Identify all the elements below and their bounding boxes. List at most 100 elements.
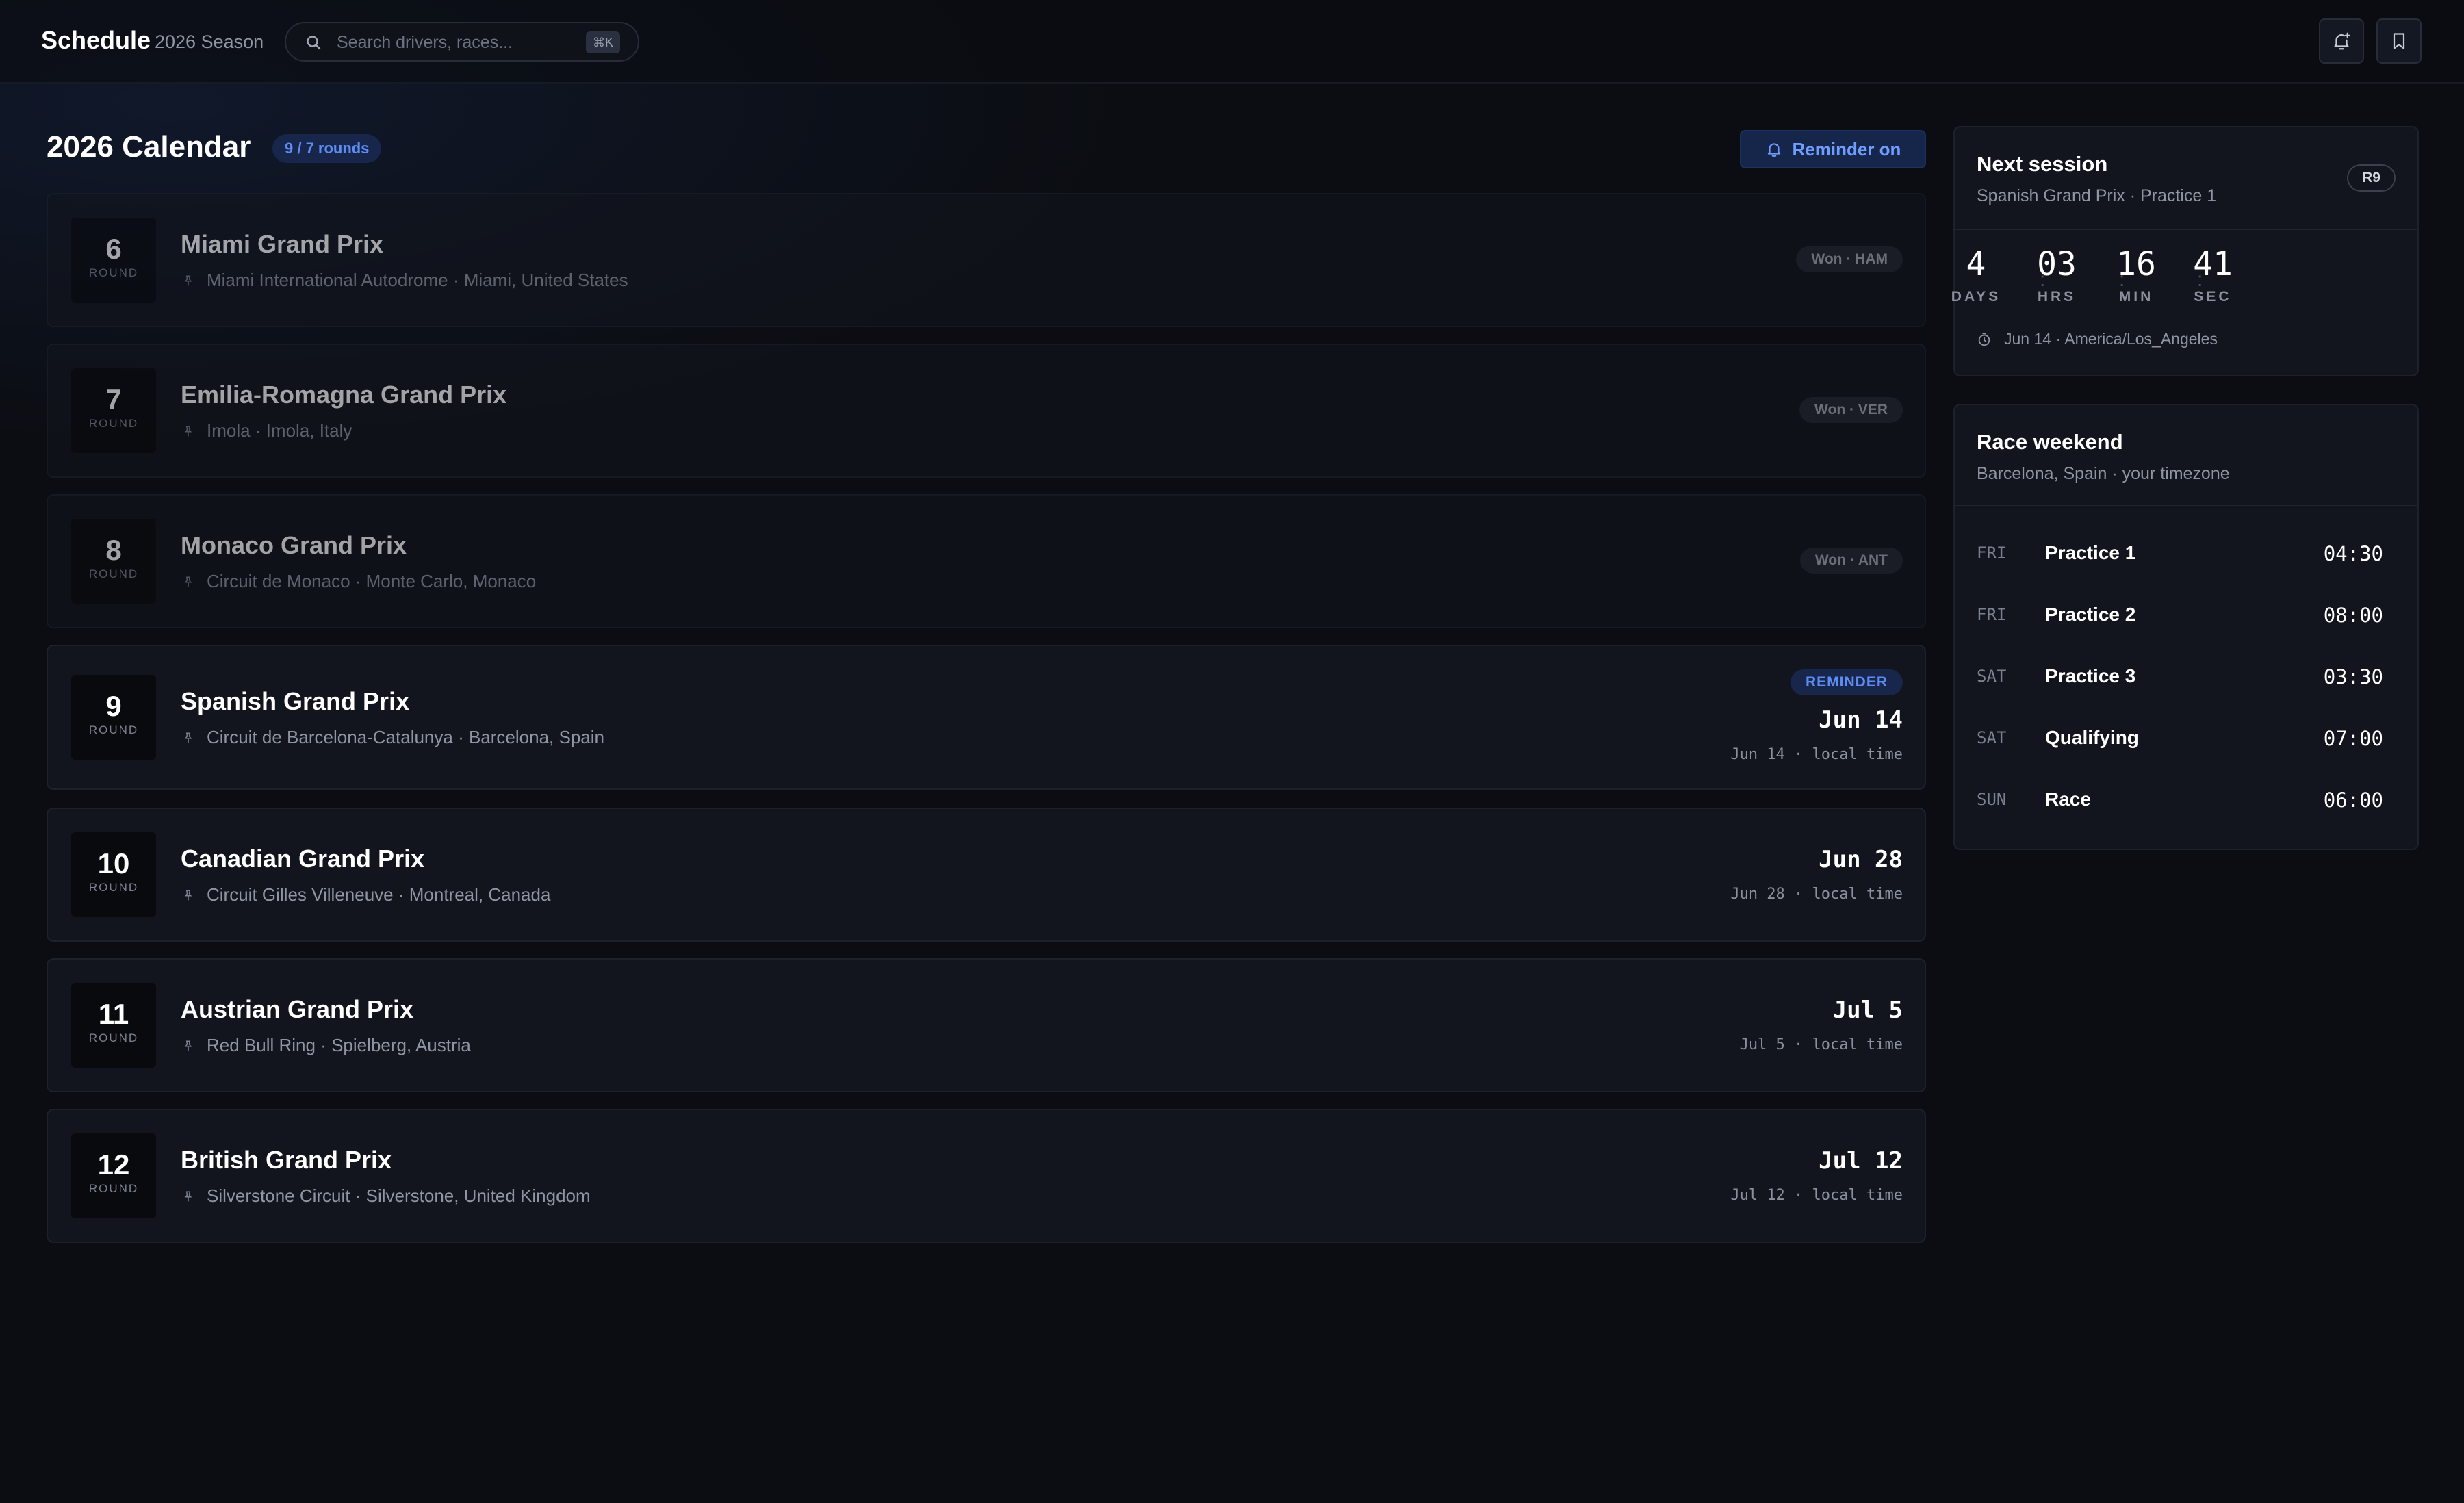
session-name: Practice 2 <box>2045 604 2136 625</box>
race-card-round-12[interactable]: 12 ROUND British Grand Prix Silverstone … <box>47 1109 1926 1243</box>
countdown-seconds: 41 <box>2193 245 2233 283</box>
session-name: Race <box>2045 788 2091 810</box>
pin-icon <box>184 1191 192 1201</box>
race-date: Jul 12 <box>1819 1147 1903 1174</box>
result-badge: Won · HAM <box>1796 246 1903 272</box>
reminder-badge: REMINDER <box>1790 669 1903 695</box>
session-name: Qualifying <box>2045 727 2139 748</box>
pin-icon <box>184 275 192 285</box>
round-label: ROUND <box>88 417 139 430</box>
race-name: Spanish Grand Prix <box>181 687 410 715</box>
clock-icon <box>1978 332 1990 346</box>
bookmark-button[interactable] <box>2376 18 2422 64</box>
race-name: Emilia-Romagna Grand Prix <box>181 381 507 409</box>
session-time: 07:00 <box>2323 727 2383 750</box>
round-label: ROUND <box>88 1031 139 1044</box>
race-weekend-subtitle: Barcelona, Spain · your timezone <box>1977 464 2230 483</box>
result-badge: Won · VER <box>1799 397 1903 423</box>
notifications-button[interactable] <box>2319 18 2364 64</box>
page-title: Schedule <box>41 26 151 54</box>
search-icon <box>307 36 321 50</box>
timezone-row: Jun 14 · America/Los_Angeles <box>1977 330 2218 348</box>
race-name: Canadian Grand Prix <box>181 845 425 873</box>
round-box: 9 ROUND <box>71 675 156 760</box>
rounds-count-badge: 9 / 7 rounds <box>272 134 382 163</box>
round-number: 11 <box>98 998 129 1030</box>
race-venue: Miami International Autodrome · Miami, U… <box>182 270 628 291</box>
reminder-button-label: Reminder on <box>1792 138 1901 159</box>
pin-icon <box>184 890 192 900</box>
round-number: 7 <box>105 383 122 415</box>
race-card-round-7[interactable]: 7 ROUND Emilia-Romagna Grand Prix Imola … <box>47 344 1926 478</box>
race-name: Miami Grand Prix <box>181 230 384 258</box>
race-weekend-title: Race weekend <box>1977 430 2123 454</box>
race-venue-text: Circuit de Barcelona-Catalunya · Barcelo… <box>207 727 604 747</box>
countdown-minutes-label: MIN <box>2118 289 2154 305</box>
bell-icon <box>1767 143 1780 157</box>
round-badge: R9 <box>2347 164 2396 192</box>
race-card-round-6[interactable]: 6 ROUND Miami Grand Prix Miami Internati… <box>47 193 1926 327</box>
session-time: 08:00 <box>2323 604 2383 627</box>
round-number: 12 <box>97 1148 130 1181</box>
race-local-time: Jun 14 · local time <box>1730 746 1903 763</box>
round-number: 6 <box>105 233 122 265</box>
session-name: Practice 1 <box>2045 542 2136 563</box>
search-shortcut-badge: ⌘K <box>585 31 620 53</box>
race-date: Jun 28 <box>1819 846 1903 873</box>
divider <box>1955 229 2417 230</box>
countdown-hours-label: HRS <box>2037 289 2077 305</box>
race-name: Monaco Grand Prix <box>181 531 407 559</box>
round-number: 8 <box>105 534 122 566</box>
race-venue-text: Miami International Autodrome · Miami, U… <box>207 270 628 290</box>
bookmark-icon <box>2393 33 2405 49</box>
season-label: 2026 Season <box>155 31 264 52</box>
session-time: 06:00 <box>2323 788 2383 812</box>
race-venue: Circuit de Monaco · Monte Carlo, Monaco <box>182 571 536 592</box>
race-local-time: Jul 12 · local time <box>1730 1187 1903 1204</box>
round-box: 8 ROUND <box>71 519 156 604</box>
round-number: 10 <box>97 847 130 879</box>
search-input[interactable] <box>337 30 583 55</box>
race-venue-text: Circuit Gilles Villeneuve · Montreal, Ca… <box>207 884 551 905</box>
round-box: 7 ROUND <box>71 368 156 453</box>
reminder-toggle-button[interactable]: Reminder on <box>1740 130 1926 168</box>
race-name: Austrian Grand Prix <box>181 995 414 1023</box>
divider <box>1955 505 2417 506</box>
session-name: Practice 3 <box>2045 665 2136 686</box>
race-venue-text: Silverstone Circuit · Silverstone, Unite… <box>207 1185 591 1206</box>
race-card-round-11[interactable]: 11 ROUND Austrian Grand Prix Red Bull Ri… <box>47 958 1926 1092</box>
countdown-hours: 03 <box>2037 245 2077 283</box>
next-session-panel: Next session Spanish Grand Prix · Practi… <box>1951 126 2419 376</box>
race-venue: Circuit Gilles Villeneuve · Montreal, Ca… <box>182 884 550 905</box>
session-day: FRI <box>1977 543 2007 563</box>
calendar-title: 2026 Calendar <box>47 130 251 164</box>
round-box: 11 ROUND <box>71 983 156 1068</box>
race-card-round-10[interactable]: 10 ROUND Canadian Grand Prix Circuit Gil… <box>47 808 1926 942</box>
pin-icon <box>184 1040 192 1051</box>
race-card-round-9[interactable]: 9 ROUND Spanish Grand Prix Circuit de Ba… <box>47 645 1926 790</box>
countdown-days: 4 <box>1966 245 1986 283</box>
race-weekend-panel: Race weekend Barcelona, Spain · your tim… <box>1953 404 2419 850</box>
next-session-subtitle: Spanish Grand Prix · Practice 1 <box>1977 186 2217 205</box>
race-venue-text: Imola · Imola, Italy <box>207 420 352 441</box>
race-venue-text: Red Bull Ring · Spielberg, Austria <box>207 1035 471 1055</box>
countdown-seconds-label: SEC <box>2194 289 2232 305</box>
round-label: ROUND <box>88 567 139 580</box>
race-local-time: Jun 28 · local time <box>1730 886 1903 903</box>
pin-icon <box>184 426 192 436</box>
round-label: ROUND <box>88 266 139 279</box>
top-bar: Schedule 2026 Season ⌘K <box>0 0 2464 84</box>
round-number: 9 <box>105 690 122 722</box>
timezone-text: Jun 14 · America/Los_Angeles <box>2004 330 2218 348</box>
race-name: British Grand Prix <box>181 1146 392 1174</box>
race-venue: Imola · Imola, Italy <box>182 420 352 441</box>
race-venue: Silverstone Circuit · Silverstone, Unite… <box>182 1185 591 1207</box>
race-venue-text: Circuit de Monaco · Monte Carlo, Monaco <box>207 571 537 591</box>
bell-plus-icon <box>2334 32 2350 50</box>
countdown-days-label: DAYS <box>1951 289 2001 305</box>
round-box: 6 ROUND <box>71 218 156 303</box>
search-bar[interactable]: ⌘K <box>285 22 639 62</box>
session-day: SUN <box>1977 790 2007 809</box>
race-card-round-8[interactable]: 8 ROUND Monaco Grand Prix Circuit de Mon… <box>47 494 1926 628</box>
race-date: Jun 14 <box>1819 706 1903 734</box>
